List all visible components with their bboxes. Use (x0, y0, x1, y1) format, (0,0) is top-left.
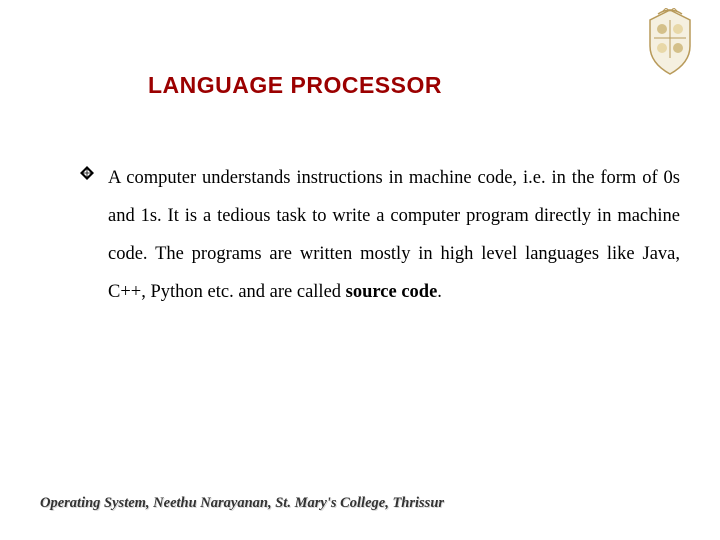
diamond-bullet-icon (80, 166, 94, 180)
body-paragraph: A computer understands instructions in m… (108, 160, 680, 312)
body-text-part2: . (437, 282, 442, 302)
crest-logo (640, 8, 700, 78)
bullet-item: A computer understands instructions in m… (80, 160, 680, 312)
content-area: A computer understands instructions in m… (80, 160, 680, 312)
body-text-bold: source code (346, 282, 438, 302)
footer-text: Operating System, Neethu Narayanan, St. … (40, 495, 444, 512)
page-title: LANGUAGE PROCESSOR (148, 72, 442, 99)
